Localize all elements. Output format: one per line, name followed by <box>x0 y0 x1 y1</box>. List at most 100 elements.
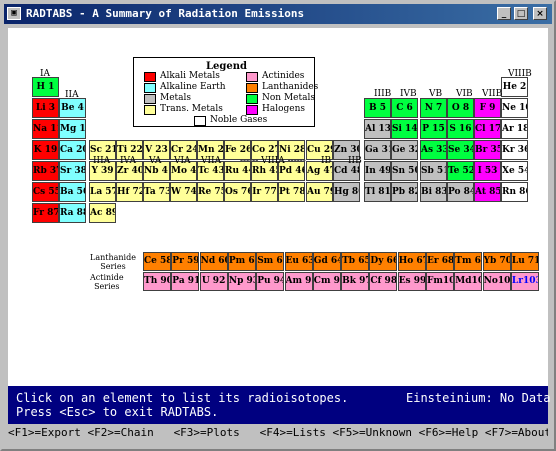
actinide-cell[interactable]: Es 99 <box>397 272 426 291</box>
actinide-cell[interactable]: Bk 97 <box>341 272 370 291</box>
element-cell[interactable]: Xe 54 <box>501 161 528 181</box>
close-button[interactable]: × <box>533 7 547 20</box>
element-cell[interactable]: Ar 18 <box>501 119 528 139</box>
status-text: Einsteinium: No Data <box>406 391 551 405</box>
element-cell[interactable]: Sr 38 <box>59 161 86 181</box>
element-cell[interactable]: Tl 81 <box>364 182 391 202</box>
lanthanide-cell[interactable]: Lu 71 <box>510 252 539 271</box>
actinide-cell[interactable]: Fm100 <box>426 272 454 291</box>
element-cell[interactable]: Pb 82 <box>391 182 418 202</box>
element-cell[interactable]: Pt 78 <box>278 182 305 202</box>
lanthanide-cell[interactable]: Sm 62 <box>256 252 285 271</box>
element-cell[interactable]: Li 3 <box>32 98 59 118</box>
actinide-cell[interactable]: Pu 94 <box>256 272 285 291</box>
actinide-cell[interactable]: Th 90 <box>143 272 171 291</box>
lanthanide-cell[interactable]: Pm 61 <box>227 252 256 271</box>
actinide-cell[interactable]: Md101 <box>454 272 483 291</box>
element-cell[interactable]: Si 14 <box>391 119 418 139</box>
lanthanide-cell[interactable]: Nd 60 <box>199 252 228 271</box>
element-cell[interactable]: He 2 <box>501 77 528 97</box>
app-window: ▣ RADTABS - A Summary of Radiation Emiss… <box>0 0 556 451</box>
element-cell[interactable]: H 1 <box>32 77 59 97</box>
element-cell[interactable]: In 49 <box>364 161 391 181</box>
element-cell[interactable]: Bi 83 <box>420 182 447 202</box>
element-cell[interactable]: C 6 <box>391 98 418 118</box>
element-cell[interactable]: Na 11 <box>32 119 59 139</box>
actinide-cell[interactable]: Cm 96 <box>312 272 341 291</box>
element-cell[interactable]: Hg 80 <box>333 182 360 202</box>
element-cell[interactable]: Hf 72 <box>116 182 143 202</box>
element-cell[interactable]: Br 35 <box>474 140 501 160</box>
element-cell[interactable]: Ga 31 <box>364 140 391 160</box>
maximize-button[interactable]: □ <box>514 7 528 20</box>
element-cell[interactable]: O 8 <box>447 98 474 118</box>
element-cell[interactable]: B 5 <box>364 98 391 118</box>
actinide-cell[interactable]: Am 95 <box>284 272 313 291</box>
element-cell[interactable]: Sb 51 <box>420 161 447 181</box>
app-icon[interactable]: ▣ <box>7 7 21 20</box>
legend-swatch <box>246 105 258 115</box>
actinide-cell[interactable]: Cf 98 <box>369 272 398 291</box>
element-cell[interactable]: S 16 <box>447 119 474 139</box>
element-cell[interactable]: Kr 36 <box>501 140 528 160</box>
element-cell[interactable]: La 57 <box>89 182 116 202</box>
element-cell[interactable]: Os 76 <box>224 182 251 202</box>
instruction-line-1: Click on an element to list its radioiso… <box>16 391 349 405</box>
actinide-cell[interactable]: U 92 <box>199 272 228 291</box>
element-cell[interactable]: Po 84 <box>447 182 474 202</box>
element-cell[interactable]: F 9 <box>474 98 501 118</box>
lanthanide-cell[interactable]: Gd 64 <box>312 252 341 271</box>
element-cell[interactable]: K 19 <box>32 140 59 160</box>
element-cell[interactable]: At 85 <box>474 182 501 202</box>
element-cell[interactable]: Al 13 <box>364 119 391 139</box>
element-cell[interactable]: Ne 10 <box>501 98 528 118</box>
lanthanide-cell[interactable]: Dy 66 <box>369 252 398 271</box>
element-cell[interactable]: Ac 89 <box>89 203 116 223</box>
element-cell[interactable]: Se 34 <box>447 140 474 160</box>
lanthanide-cell[interactable]: Er 68 <box>426 252 454 271</box>
group-label: VIIB <box>482 89 503 99</box>
element-cell[interactable]: As 33 <box>420 140 447 160</box>
element-cell[interactable]: Cl 17 <box>474 119 501 139</box>
element-cell[interactable]: Fr 87 <box>32 203 59 223</box>
periodic-table-area: Legend Alkali Metals Actinides Alkaline Ea… <box>8 28 548 412</box>
element-cell[interactable]: N 7 <box>420 98 447 118</box>
element-cell[interactable]: Sn 50 <box>391 161 418 181</box>
legend-label: Metals <box>160 93 192 103</box>
element-cell[interactable]: Mg 12 <box>59 119 86 139</box>
element-cell[interactable]: P 15 <box>420 119 447 139</box>
lanthanide-series-label: Lanthanide Series <box>90 253 136 271</box>
group-label: VIA <box>174 156 191 166</box>
lanthanide-cell[interactable]: Ce 58 <box>143 252 171 271</box>
element-cell[interactable]: Ge 32 <box>391 140 418 160</box>
actinide-cell[interactable]: Pa 91 <box>171 272 200 291</box>
actinide-cell[interactable]: No102 <box>482 272 511 291</box>
element-cell[interactable]: Re 75 <box>197 182 224 202</box>
lanthanide-cell[interactable]: Ho 67 <box>397 252 426 271</box>
element-cell[interactable]: Be 4 <box>59 98 86 118</box>
element-cell[interactable]: Cs 55 <box>32 182 59 202</box>
element-cell[interactable]: Ca 20 <box>59 140 86 160</box>
element-cell[interactable]: Ba 56 <box>59 182 86 202</box>
element-cell[interactable]: I 53 <box>474 161 501 181</box>
element-cell[interactable]: Au 79 <box>306 182 333 202</box>
legend-swatch <box>246 94 258 104</box>
element-cell[interactable]: Ir 77 <box>251 182 278 202</box>
actinide-cell[interactable]: Np 93 <box>227 272 256 291</box>
actinide-cell[interactable]: Lr103 <box>510 272 539 291</box>
group-label: IIIB <box>374 89 392 99</box>
lanthanide-cell[interactable]: Pr 59 <box>171 252 200 271</box>
element-cell[interactable]: Te 52 <box>447 161 474 181</box>
lanthanide-cell[interactable]: Eu 63 <box>284 252 313 271</box>
element-cell[interactable]: Rn 86 <box>501 182 528 202</box>
element-cell[interactable]: Ra 88 <box>59 203 86 223</box>
minimize-button[interactable]: _ <box>497 7 511 20</box>
legend-label: Noble Gases <box>210 115 268 125</box>
element-cell[interactable]: W 74 <box>170 182 197 202</box>
element-cell[interactable]: Ta 73 <box>143 182 170 202</box>
lanthanide-cell[interactable]: Tm 69 <box>454 252 483 271</box>
function-key-bar[interactable]: <F1>=Export <F2>=Chain <F3>=Plots <F4>=L… <box>8 424 548 441</box>
lanthanide-cell[interactable]: Yb 70 <box>482 252 511 271</box>
lanthanide-cell[interactable]: Tb 65 <box>341 252 370 271</box>
element-cell[interactable]: Rb 37 <box>32 161 59 181</box>
